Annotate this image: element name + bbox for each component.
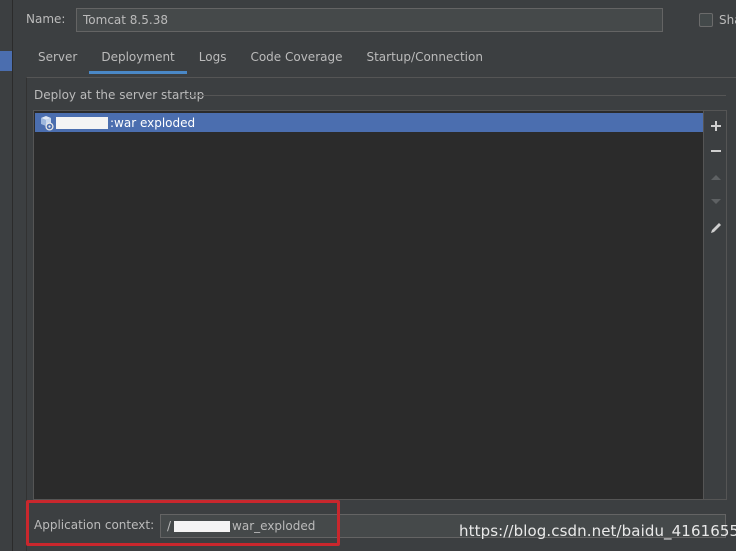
minus-icon[interactable] bbox=[707, 142, 725, 160]
artifact-label: :war exploded bbox=[110, 115, 196, 130]
configuration-tree-edge[interactable] bbox=[0, 0, 13, 551]
share-label: Sha bbox=[719, 13, 736, 27]
deploy-group-title: Deploy at the server startup bbox=[34, 88, 205, 102]
splitter-grip[interactable] bbox=[14, 298, 18, 312]
watermark: https://blog.csdn.net/baidu_41616557 bbox=[459, 522, 736, 540]
tab-startup-connection[interactable]: Startup/Connection bbox=[354, 42, 494, 74]
selected-tree-item[interactable] bbox=[0, 51, 12, 71]
arrow-down-icon[interactable] bbox=[707, 193, 725, 211]
tab-bar: Server Deployment Logs Code Coverage Sta… bbox=[26, 42, 495, 74]
run-configuration-dialog: Name: Tomcat 8.5.38 Sha Server Deploymen… bbox=[0, 0, 736, 551]
deployment-list[interactable]: :war exploded bbox=[33, 110, 704, 500]
group-divider bbox=[184, 95, 726, 96]
annotation-highlight-box bbox=[26, 500, 340, 546]
tab-logs[interactable]: Logs bbox=[187, 42, 239, 74]
pencil-icon[interactable] bbox=[707, 219, 725, 237]
name-label: Name: bbox=[26, 12, 66, 26]
tab-server[interactable]: Server bbox=[26, 42, 89, 74]
plus-icon[interactable] bbox=[707, 117, 725, 135]
arrow-up-icon[interactable] bbox=[707, 168, 725, 186]
tab-deployment[interactable]: Deployment bbox=[89, 42, 187, 74]
artifact-icon bbox=[38, 115, 54, 131]
tab-code-coverage[interactable]: Code Coverage bbox=[238, 42, 354, 74]
share-checkbox[interactable] bbox=[699, 13, 713, 27]
deployment-toolbar bbox=[704, 110, 727, 500]
list-item[interactable]: :war exploded bbox=[35, 113, 703, 132]
redacted-text bbox=[56, 116, 108, 129]
name-input[interactable]: Tomcat 8.5.38 bbox=[76, 8, 663, 32]
